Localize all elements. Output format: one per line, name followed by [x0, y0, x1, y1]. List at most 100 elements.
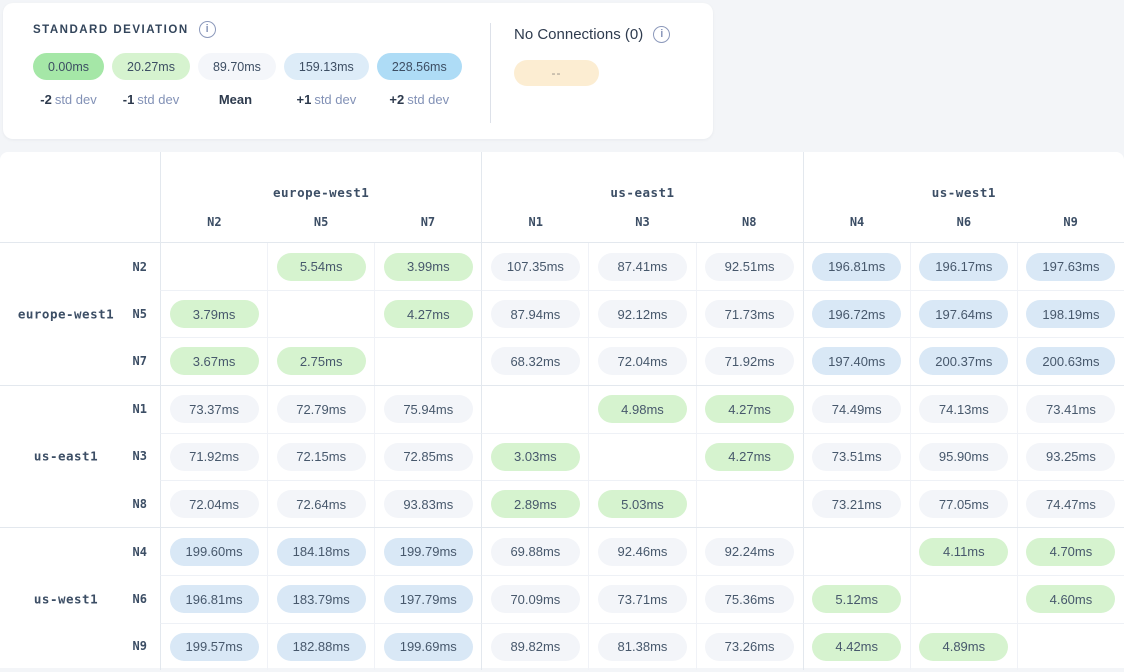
- latency-cell[interactable]: 93.83ms: [374, 480, 481, 527]
- latency-cell[interactable]: 73.41ms: [1017, 386, 1124, 433]
- latency-cell[interactable]: 199.69ms: [374, 623, 481, 670]
- latency-cell[interactable]: 196.81ms: [803, 243, 910, 290]
- legend-stop: 0.00ms -2std dev: [33, 53, 104, 107]
- latency-cell[interactable]: 197.64ms: [910, 290, 1017, 337]
- latency-cell[interactable]: 73.51ms: [803, 433, 910, 480]
- latency-cell[interactable]: 72.79ms: [267, 386, 374, 433]
- latency-pill: 4.98ms: [598, 395, 687, 423]
- latency-cell[interactable]: 199.60ms: [160, 528, 267, 575]
- latency-cell[interactable]: 4.98ms: [588, 386, 695, 433]
- latency-cell[interactable]: [481, 386, 588, 433]
- latency-cell[interactable]: 92.46ms: [588, 528, 695, 575]
- latency-cell[interactable]: 72.15ms: [267, 433, 374, 480]
- latency-cell[interactable]: 199.79ms: [374, 528, 481, 575]
- latency-cell[interactable]: 200.63ms: [1017, 337, 1124, 384]
- latency-pill: 4.42ms: [812, 633, 901, 661]
- latency-cell[interactable]: 5.54ms: [267, 243, 374, 290]
- row-node-label: N4: [133, 545, 147, 559]
- latency-cell[interactable]: 72.04ms: [588, 337, 695, 384]
- latency-cell[interactable]: 3.99ms: [374, 243, 481, 290]
- latency-cell[interactable]: 197.40ms: [803, 337, 910, 384]
- latency-cell[interactable]: 107.35ms: [481, 243, 588, 290]
- latency-cell[interactable]: 4.11ms: [910, 528, 1017, 575]
- latency-cell[interactable]: 5.03ms: [588, 480, 695, 527]
- latency-cell[interactable]: 95.90ms: [910, 433, 1017, 480]
- latency-cell[interactable]: 182.88ms: [267, 623, 374, 670]
- latency-cell[interactable]: 196.81ms: [160, 575, 267, 622]
- latency-pill: 72.04ms: [170, 490, 259, 518]
- matrix-row: N2 5.54ms 3.99ms 107.35ms 87.41ms 92.51m…: [0, 243, 1124, 290]
- latency-cell[interactable]: 71.92ms: [160, 433, 267, 480]
- column-group-europe-west1: europe-west1 N2 N5 N7: [160, 152, 481, 242]
- latency-pill: 196.17ms: [919, 253, 1008, 281]
- latency-cell[interactable]: [588, 433, 695, 480]
- latency-cell[interactable]: 4.70ms: [1017, 528, 1124, 575]
- latency-cell[interactable]: [1017, 623, 1124, 670]
- latency-cell[interactable]: 93.25ms: [1017, 433, 1124, 480]
- row-region-label: us-west1: [0, 591, 132, 606]
- info-icon[interactable]: i: [653, 26, 670, 43]
- latency-cell[interactable]: 183.79ms: [267, 575, 374, 622]
- latency-cell[interactable]: 200.37ms: [910, 337, 1017, 384]
- latency-cell[interactable]: 198.19ms: [1017, 290, 1124, 337]
- latency-cell[interactable]: 197.79ms: [374, 575, 481, 622]
- latency-cell[interactable]: 196.72ms: [803, 290, 910, 337]
- legend-stop-pill: 159.13ms: [284, 53, 369, 80]
- latency-cell[interactable]: 72.04ms: [160, 480, 267, 527]
- latency-cell[interactable]: 72.85ms: [374, 433, 481, 480]
- latency-cell[interactable]: 3.03ms: [481, 433, 588, 480]
- latency-cell[interactable]: 3.67ms: [160, 337, 267, 384]
- latency-cell[interactable]: 4.27ms: [374, 290, 481, 337]
- latency-cell[interactable]: 68.32ms: [481, 337, 588, 384]
- latency-cell[interactable]: 73.37ms: [160, 386, 267, 433]
- matrix-row: N1 73.37ms 72.79ms 75.94ms 4.98ms 4.27ms…: [0, 386, 1124, 433]
- latency-cell[interactable]: 4.27ms: [696, 433, 803, 480]
- latency-cell[interactable]: [267, 290, 374, 337]
- latency-cell[interactable]: 89.82ms: [481, 623, 588, 670]
- latency-cell[interactable]: 73.21ms: [803, 480, 910, 527]
- latency-cell[interactable]: 3.79ms: [160, 290, 267, 337]
- latency-cell[interactable]: 81.38ms: [588, 623, 695, 670]
- latency-cell[interactable]: 77.05ms: [910, 480, 1017, 527]
- latency-cell[interactable]: 4.60ms: [1017, 575, 1124, 622]
- latency-cell[interactable]: 2.89ms: [481, 480, 588, 527]
- legend-stop-label: +1std dev: [296, 92, 356, 107]
- latency-pill: 5.03ms: [598, 490, 687, 518]
- latency-cell[interactable]: 74.47ms: [1017, 480, 1124, 527]
- column-group-us-east1: us-east1 N1 N3 N8: [481, 152, 802, 242]
- latency-cell[interactable]: 73.26ms: [696, 623, 803, 670]
- latency-cell[interactable]: 71.92ms: [696, 337, 803, 384]
- latency-cell[interactable]: 196.17ms: [910, 243, 1017, 290]
- latency-cell[interactable]: 75.94ms: [374, 386, 481, 433]
- latency-cell[interactable]: 4.27ms: [696, 386, 803, 433]
- latency-cell[interactable]: 4.42ms: [803, 623, 910, 670]
- latency-cell[interactable]: 87.94ms: [481, 290, 588, 337]
- latency-cell[interactable]: 197.63ms: [1017, 243, 1124, 290]
- latency-cell[interactable]: 72.64ms: [267, 480, 374, 527]
- latency-cell[interactable]: 184.18ms: [267, 528, 374, 575]
- latency-pill: 73.37ms: [170, 395, 259, 423]
- latency-cell[interactable]: 75.36ms: [696, 575, 803, 622]
- latency-cell[interactable]: 92.12ms: [588, 290, 695, 337]
- latency-cell[interactable]: 92.24ms: [696, 528, 803, 575]
- latency-cell[interactable]: [696, 480, 803, 527]
- latency-cell[interactable]: 74.49ms: [803, 386, 910, 433]
- latency-cell[interactable]: 74.13ms: [910, 386, 1017, 433]
- info-icon[interactable]: i: [199, 21, 216, 38]
- latency-cell[interactable]: 4.89ms: [910, 623, 1017, 670]
- latency-cell[interactable]: 71.73ms: [696, 290, 803, 337]
- latency-cell[interactable]: [160, 243, 267, 290]
- legend-stop-pill: 228.56ms: [377, 53, 462, 80]
- latency-cell[interactable]: 73.71ms: [588, 575, 695, 622]
- latency-cell[interactable]: [374, 337, 481, 384]
- latency-cell[interactable]: [803, 528, 910, 575]
- latency-cell[interactable]: 199.57ms: [160, 623, 267, 670]
- latency-cell[interactable]: [910, 575, 1017, 622]
- matrix-header: europe-west1 N2 N5 N7 us-east1 N1 N3 N8 …: [0, 152, 1124, 243]
- latency-cell[interactable]: 2.75ms: [267, 337, 374, 384]
- latency-cell[interactable]: 5.12ms: [803, 575, 910, 622]
- latency-cell[interactable]: 87.41ms: [588, 243, 695, 290]
- latency-cell[interactable]: 69.88ms: [481, 528, 588, 575]
- latency-cell[interactable]: 92.51ms: [696, 243, 803, 290]
- latency-cell[interactable]: 70.09ms: [481, 575, 588, 622]
